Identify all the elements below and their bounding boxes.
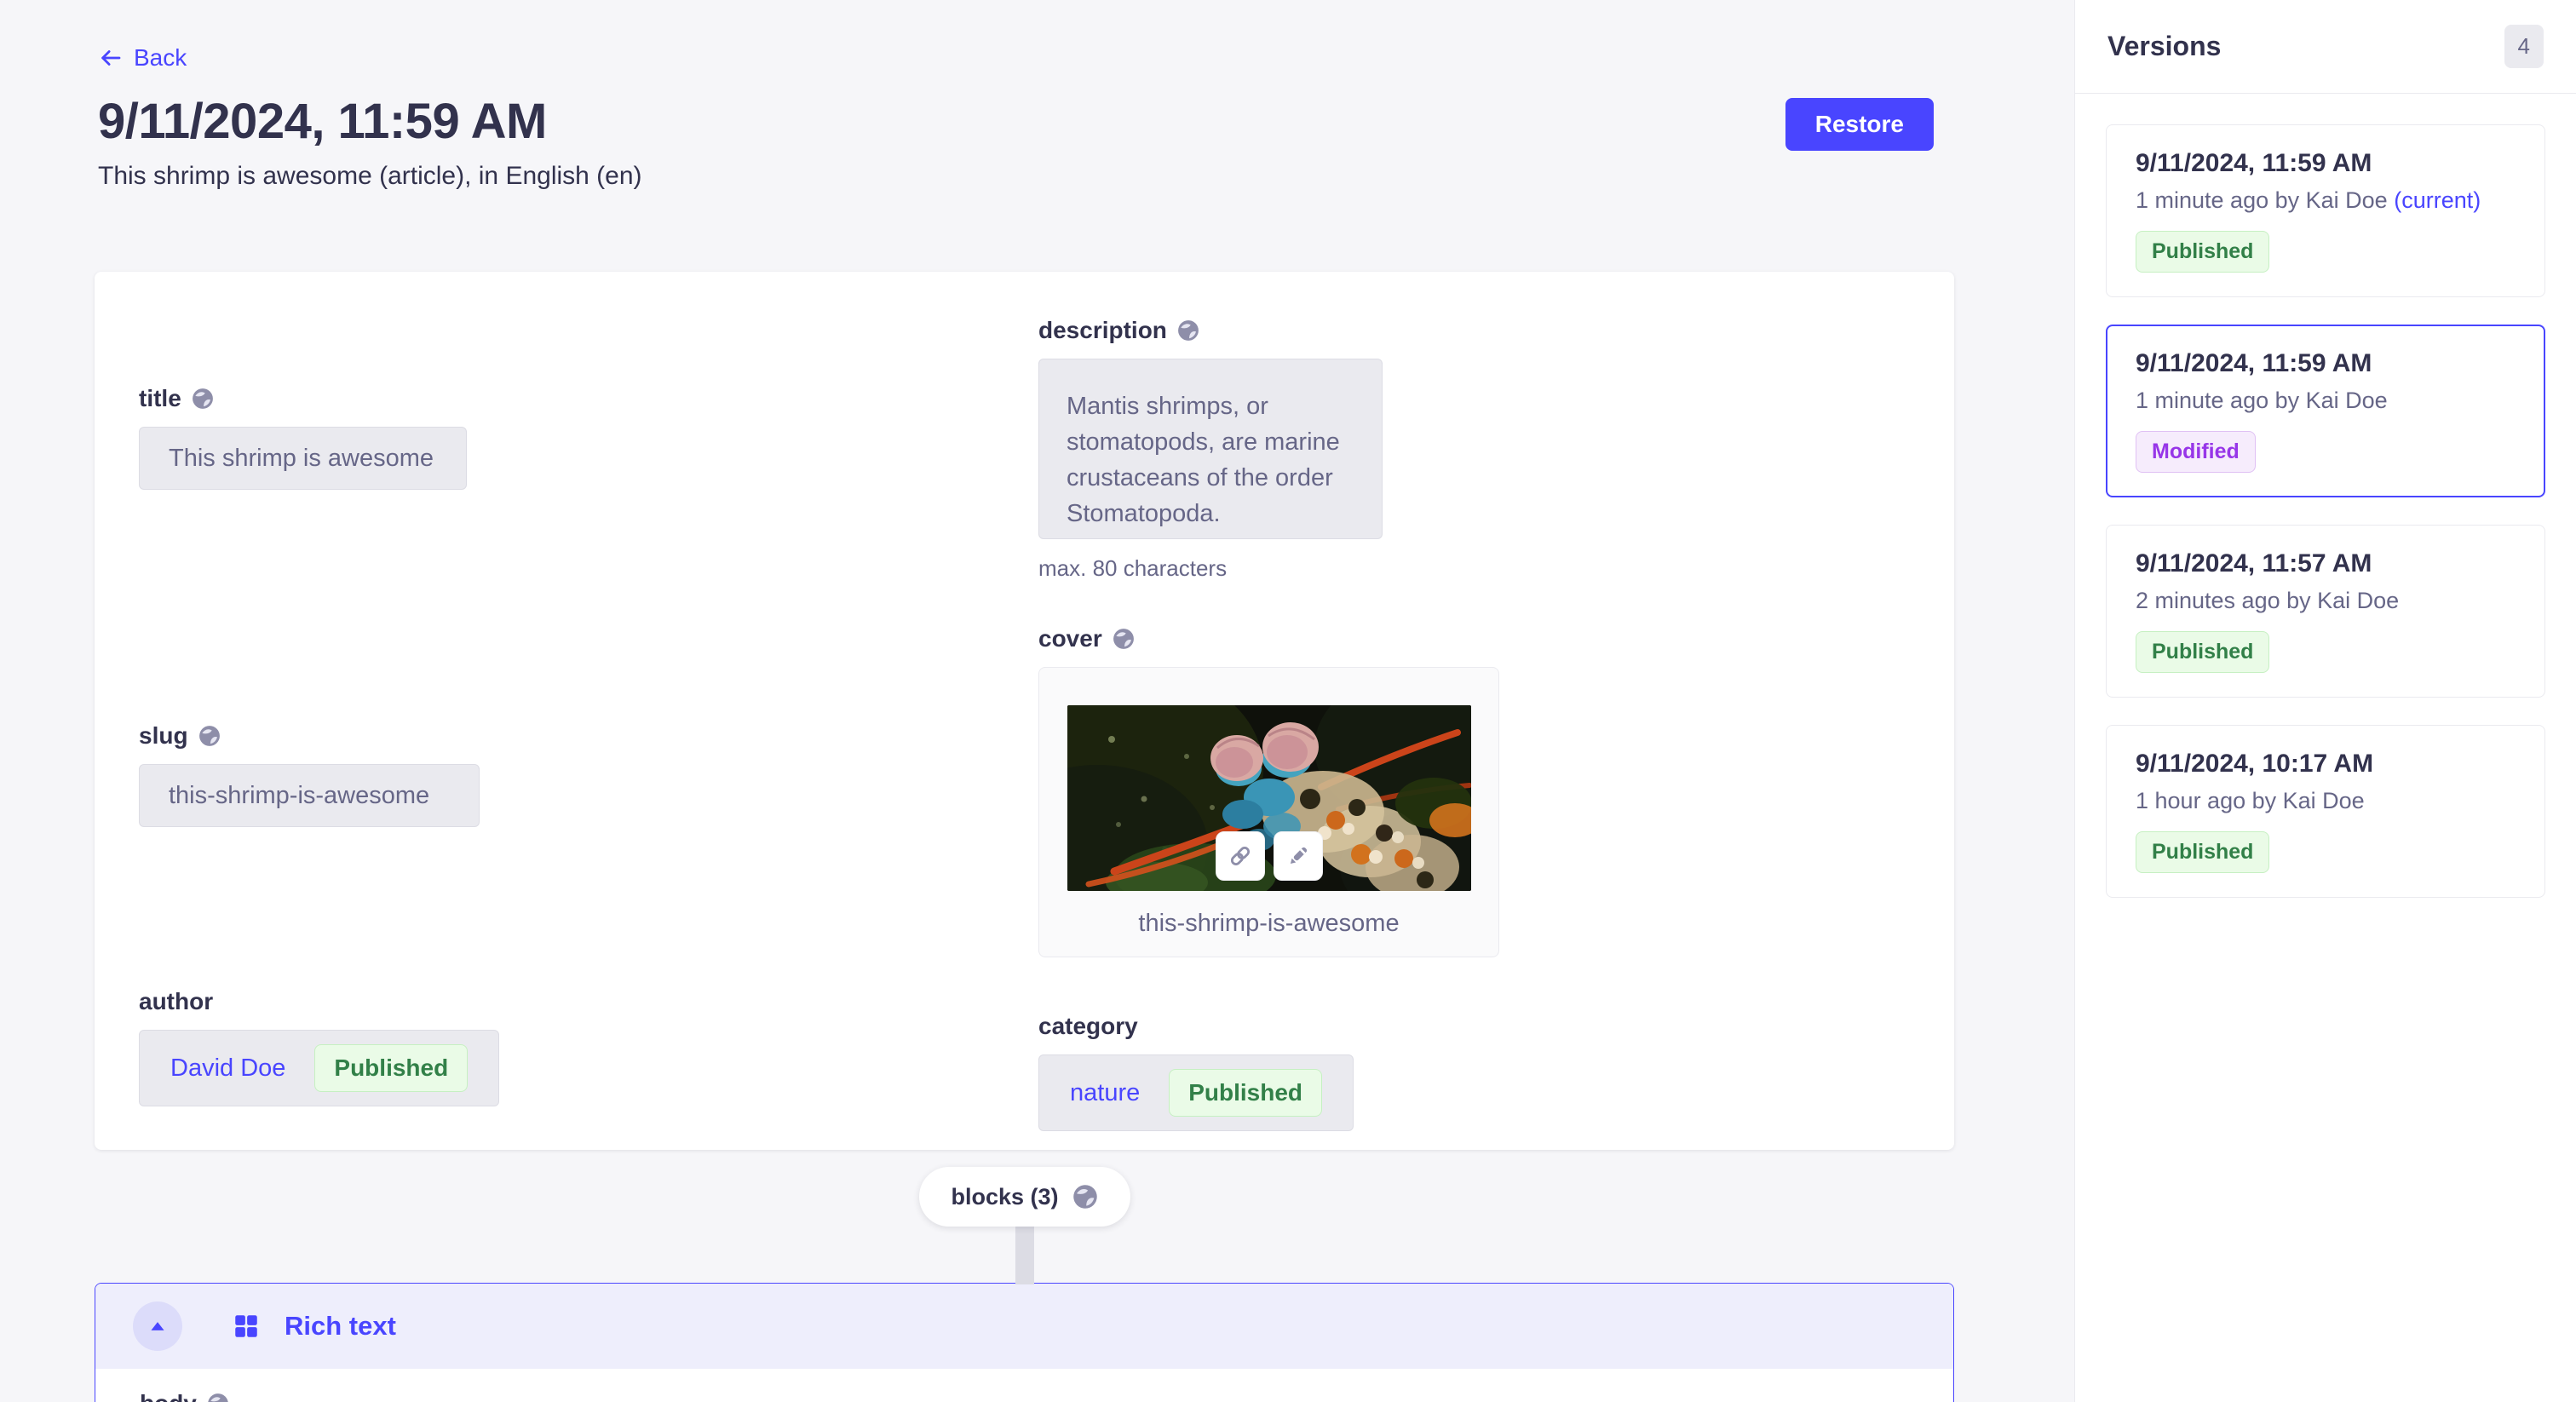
description-textarea: Mantis shrimps, or stomatopods, are mari…: [1038, 359, 1383, 539]
category-field-label-row: category: [1038, 1012, 1910, 1041]
rich-text-block: Rich text body: [95, 1283, 1954, 1402]
version-detail-main: Back 9/11/2024, 11:59 AM This shrimp is …: [0, 0, 2074, 1402]
version-meta: 1 minute ago by Kai Doe (current): [2136, 187, 2516, 214]
arrow-left-icon: [98, 45, 124, 71]
version-date: 9/11/2024, 11:59 AM: [2136, 149, 2516, 178]
slug-field-label: slug: [139, 721, 188, 750]
author-link[interactable]: David Doe: [170, 1054, 285, 1083]
author-relation-box: David Doe Published: [139, 1030, 499, 1106]
category-relation-box: nature Published: [1038, 1054, 1354, 1131]
globe-icon: [1177, 319, 1199, 342]
cover-field: cover: [1038, 624, 1910, 957]
copy-link-button[interactable]: [1216, 831, 1265, 881]
description-field-label: description: [1038, 316, 1167, 345]
title-field: title: [139, 384, 1038, 490]
pencil-icon: [1285, 842, 1312, 870]
category-field-label: category: [1038, 1012, 1138, 1041]
page-title: 9/11/2024, 11:59 AM: [98, 94, 2074, 150]
version-date: 9/11/2024, 11:57 AM: [2136, 549, 2516, 578]
cover-action-buttons: [1216, 831, 1323, 881]
versions-sidebar: Versions 4 9/11/2024, 11:59 AM 1 minute …: [2074, 0, 2576, 1402]
version-current-tag: (current): [2394, 187, 2481, 213]
globe-icon: [1113, 628, 1135, 650]
blocks-field-pill: blocks (3): [918, 1167, 1130, 1227]
collapse-block-button[interactable]: [133, 1301, 182, 1351]
body-field-label: body: [140, 1389, 197, 1402]
version-card[interactable]: 9/11/2024, 10:17 AM 1 hour ago by Kai Do…: [2106, 725, 2545, 898]
versions-count-badge: 4: [2504, 25, 2544, 68]
version-status-badge: Modified: [2136, 431, 2256, 473]
version-status-badge: Published: [2136, 831, 2269, 873]
version-card[interactable]: 9/11/2024, 11:57 AM 2 minutes ago by Kai…: [2106, 525, 2545, 698]
version-card-selected[interactable]: 9/11/2024, 11:59 AM 1 minute ago by Kai …: [2106, 325, 2545, 497]
description-hint: max. 80 characters: [1038, 555, 1910, 582]
globe-icon: [198, 725, 221, 747]
back-link[interactable]: Back: [98, 44, 187, 72]
component-grid-icon: [232, 1312, 261, 1341]
versions-title: Versions: [2107, 31, 2221, 62]
slug-field: slug: [139, 721, 1038, 827]
category-field: category nature Published: [1038, 1012, 1910, 1131]
category-link[interactable]: nature: [1070, 1079, 1140, 1107]
description-field-label-row: description: [1038, 316, 1910, 345]
category-status-badge: Published: [1169, 1069, 1322, 1117]
cover-asset-card: this-shrimp-is-awesome: [1038, 667, 1499, 957]
version-status-badge: Published: [2136, 231, 2269, 273]
cover-filename: this-shrimp-is-awesome: [1039, 910, 1498, 938]
slug-field-label-row: slug: [139, 721, 1038, 750]
version-meta: 1 minute ago by Kai Doe: [2136, 387, 2516, 414]
author-field: author David Doe Published: [139, 987, 1038, 1106]
title-field-label: title: [139, 384, 181, 413]
cover-field-label-row: cover: [1038, 624, 1910, 653]
chevron-up-icon: [147, 1315, 169, 1337]
body-field-label-row: body: [140, 1389, 1953, 1402]
version-meta: 1 hour ago by Kai Doe: [2136, 787, 2516, 814]
entry-form-card: title slug author David Doe Publishe: [95, 272, 1954, 1150]
cover-image-frame: [1067, 705, 1471, 891]
rich-text-block-header: Rich text: [95, 1284, 1953, 1369]
globe-icon: [192, 388, 214, 410]
version-date: 9/11/2024, 10:17 AM: [2136, 750, 2516, 779]
globe-icon: [1072, 1184, 1098, 1210]
form-column-right: description Mantis shrimps, or stomatopo…: [1038, 316, 1910, 1106]
rich-text-block-title: Rich text: [285, 1311, 396, 1342]
link-icon: [1227, 842, 1254, 870]
globe-icon: [207, 1393, 229, 1402]
version-meta: 2 minutes ago by Kai Doe: [2136, 587, 2516, 614]
slug-input: [139, 764, 480, 827]
edit-pencil-button[interactable]: [1274, 831, 1323, 881]
page-subtitle: This shrimp is awesome (article), in Eng…: [98, 162, 2074, 191]
version-date: 9/11/2024, 11:59 AM: [2136, 349, 2516, 378]
back-label: Back: [134, 44, 187, 72]
author-status-badge: Published: [314, 1044, 468, 1092]
author-field-label: author: [139, 987, 213, 1016]
versions-header: Versions 4: [2075, 0, 2576, 94]
blocks-zone: blocks (3): [95, 1150, 1954, 1283]
version-card[interactable]: 9/11/2024, 11:59 AM 1 minute ago by Kai …: [2106, 124, 2545, 297]
author-field-label-row: author: [139, 987, 1038, 1016]
form-column-left: title slug author David Doe Publishe: [139, 316, 1038, 1106]
blocks-pill-label: blocks (3): [951, 1184, 1058, 1210]
blocks-connector: [1015, 1223, 1034, 1284]
rich-text-block-body: body: [95, 1369, 1953, 1402]
title-field-label-row: title: [139, 384, 1038, 413]
version-status-badge: Published: [2136, 631, 2269, 673]
versions-list: 9/11/2024, 11:59 AM 1 minute ago by Kai …: [2075, 94, 2576, 956]
cover-field-label: cover: [1038, 624, 1102, 653]
title-input: [139, 427, 467, 490]
description-field: description Mantis shrimps, or stomatopo…: [1038, 316, 1910, 582]
restore-button[interactable]: Restore: [1785, 98, 1934, 151]
